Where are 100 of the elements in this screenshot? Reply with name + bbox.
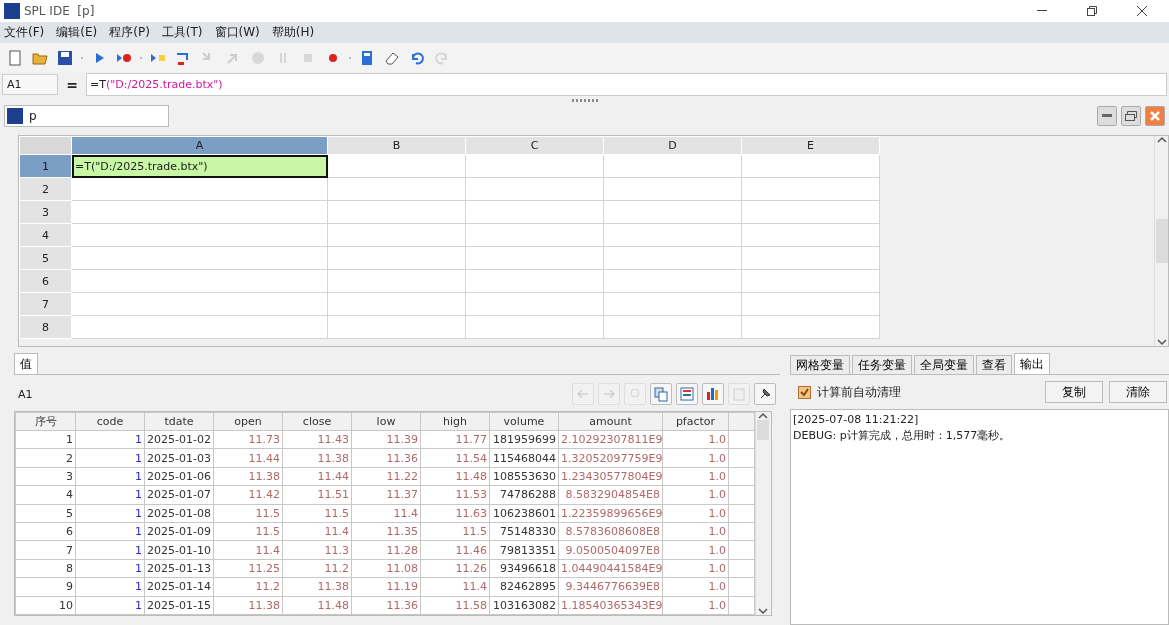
minimize-button[interactable] (1097, 106, 1117, 126)
value-tab[interactable]: 值 (14, 353, 38, 374)
blank-table-cell (728, 485, 755, 505)
table-cell: 11.5 (420, 522, 490, 541)
column-header[interactable]: 序号 (15, 412, 76, 431)
table-cell: 11.37 (351, 485, 421, 505)
blank-table-cell (728, 448, 755, 468)
table-cell: 1.18540365343E9 (558, 596, 663, 615)
panel-tab[interactable]: 任务变量 (852, 355, 912, 374)
table-cell: 4 (15, 485, 76, 505)
vertical-scrollbar[interactable] (1154, 136, 1168, 346)
table-cell: 106238601 (489, 504, 559, 523)
table-cell: 1.23430577804E9 (558, 467, 663, 486)
restore-button[interactable] (1121, 106, 1141, 126)
column-header[interactable]: volume (489, 412, 559, 431)
panel-tool-button[interactable] (754, 383, 776, 405)
panel-tool-button[interactable] (676, 383, 698, 405)
table-cell: 103163082 (489, 596, 559, 615)
menu-item[interactable]: 帮助(H) (271, 24, 315, 41)
table-cell: 1 (75, 504, 145, 523)
table-cell: 1 (75, 577, 145, 596)
menu-item[interactable]: 窗口(W) (214, 24, 260, 41)
row-header[interactable]: 8 (19, 315, 72, 339)
blank-column-header (728, 412, 755, 431)
sheet-tab[interactable]: p (4, 105, 169, 127)
table-cell: 11.43 (282, 430, 352, 449)
minimize-icon (1037, 10, 1047, 12)
panel-tab[interactable]: 网格变量 (790, 355, 850, 374)
row-header[interactable]: 2 (19, 177, 72, 201)
column-header[interactable]: pfactor (662, 412, 729, 431)
table-cell: 82462895 (489, 577, 559, 596)
table-cell: 2025-01-15 (144, 596, 214, 615)
close-icon (1150, 111, 1160, 121)
panel-tab[interactable]: 查看 (976, 355, 1012, 374)
auto-clear-checkbox[interactable] (798, 385, 811, 399)
scroll-thumb[interactable] (756, 420, 769, 440)
row-header[interactable]: 5 (19, 246, 72, 270)
output-line: DEBUG: p计算完成，总用时：1,577毫秒。 (793, 428, 1012, 444)
column-header[interactable]: tdate (144, 412, 214, 431)
column-header[interactable]: E (741, 136, 880, 155)
panel-tab[interactable]: 全局变量 (914, 355, 974, 374)
grid-cell[interactable]: =T("D:/2025.trade.btx") (71, 154, 328, 178)
vertical-scrollbar[interactable] (755, 412, 769, 615)
output-button[interactable]: 复制 (1045, 381, 1103, 403)
row-header[interactable]: 1 (19, 154, 72, 178)
cell-name-field[interactable]: A1 (2, 74, 58, 95)
table-cell: 1.04490441584E9 (558, 559, 663, 578)
cell-name: A1 (18, 387, 34, 401)
sheet-logo (7, 108, 23, 124)
table-cell: 93496618 (489, 559, 559, 578)
table-cell: 11.2 (282, 559, 352, 578)
column-header[interactable]: low (351, 412, 421, 431)
table-cell: 1.0 (662, 448, 729, 468)
table-cell: 1.32052097759E9 (558, 448, 663, 468)
table-cell: 11.5 (282, 504, 352, 523)
menu-item[interactable]: 程序(P) (109, 24, 150, 41)
scroll-up-icon (757, 412, 768, 420)
scroll-down-icon (1156, 338, 1167, 346)
formula-field[interactable]: =T("D:/2025.trade.btx") (86, 73, 1167, 96)
table-cell: 11.4 (213, 540, 283, 560)
table-cell: 3 (15, 467, 76, 486)
column-header[interactable]: amount (558, 412, 663, 431)
table-cell: 1 (75, 559, 145, 578)
splitter-handle[interactable] (571, 98, 598, 102)
table-cell: 2025-01-07 (144, 485, 214, 505)
column-header[interactable]: D (603, 136, 742, 155)
table-cell: 1.22359899656E9 (558, 504, 663, 523)
column-header[interactable]: close (282, 412, 352, 431)
column-header[interactable]: high (420, 412, 490, 431)
column-header[interactable]: code (75, 412, 145, 431)
table-cell: 1.0 (662, 540, 729, 560)
column-header[interactable]: B (327, 136, 466, 155)
panel-tab[interactable]: 输出 (1014, 353, 1050, 374)
table-cell: 1 (75, 485, 145, 505)
restore-icon (1125, 111, 1137, 121)
menu-item[interactable]: 工具(T) (161, 24, 203, 41)
column-header[interactable]: C (465, 136, 604, 155)
checkbox-label: 计算前自动清理 (817, 383, 902, 401)
table-cell: 5 (15, 504, 76, 523)
close-button[interactable] (1145, 106, 1165, 126)
row-header[interactable]: 3 (19, 200, 72, 224)
toolbar-button[interactable] (56, 48, 74, 67)
row-header[interactable]: 4 (19, 223, 72, 247)
panel-tool-button[interactable] (702, 383, 724, 405)
column-header[interactable]: A (71, 136, 328, 155)
scroll-down-icon (757, 606, 768, 615)
table-cell: 11.38 (282, 448, 352, 468)
menu-item[interactable]: 编辑(E) (56, 24, 98, 41)
table-cell: 11.54 (420, 448, 490, 468)
column-header[interactable]: open (213, 412, 283, 431)
blank-table-cell (728, 577, 755, 596)
row-header[interactable]: 7 (19, 292, 72, 316)
menu-item[interactable]: 文件(F) (4, 24, 45, 41)
output-button[interactable]: 清除 (1109, 381, 1167, 403)
save-icon (57, 49, 73, 66)
table-cell: 11.36 (351, 448, 421, 468)
table-cell: 11.38 (213, 596, 283, 615)
scroll-thumb[interactable] (1155, 219, 1168, 263)
stop-icon (250, 49, 266, 66)
row-header[interactable]: 6 (19, 269, 72, 293)
